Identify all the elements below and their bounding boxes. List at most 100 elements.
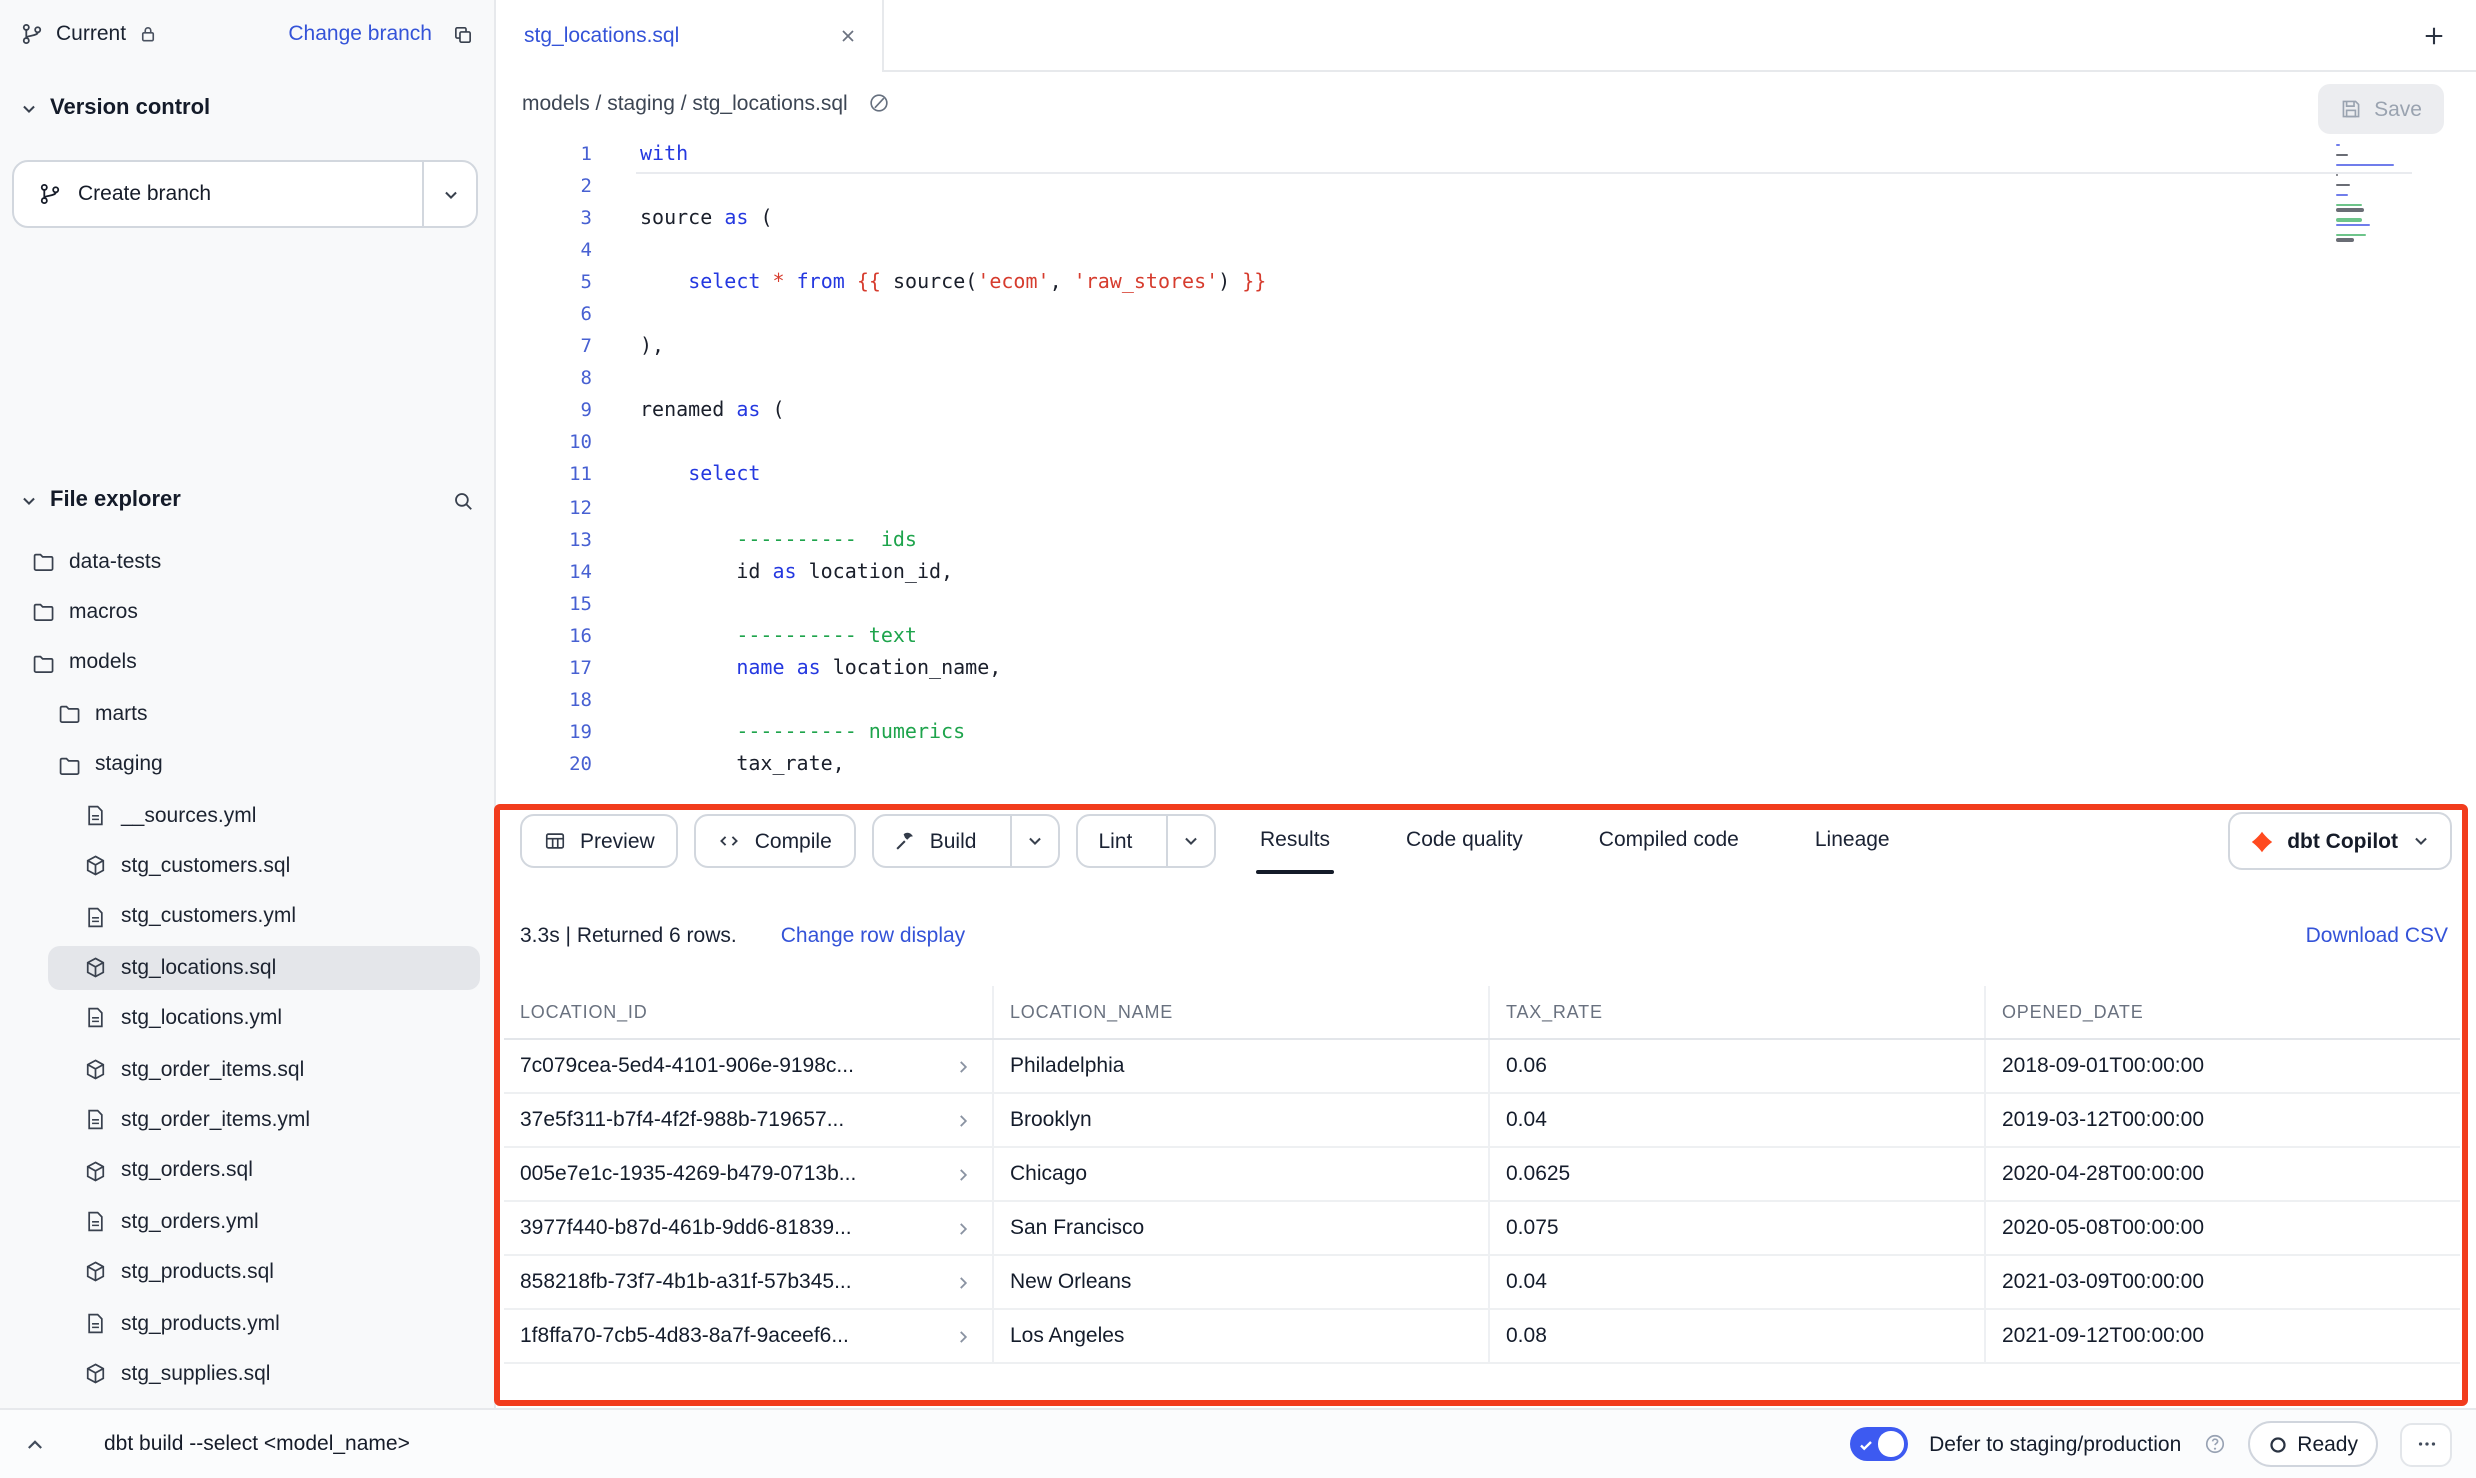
expand-row-chevron-icon[interactable] <box>954 1219 972 1237</box>
table-row[interactable]: 1f8ffa70-7cb5-4d83-8a7f-9aceef6...Los An… <box>504 1310 2460 1364</box>
line-number: 14 <box>496 562 592 584</box>
download-csv-link[interactable]: Download CSV <box>2306 924 2448 948</box>
version-control-section-header[interactable]: Version control <box>20 88 474 128</box>
table-row[interactable]: 3977f440-b87d-461b-9dd6-81839...San Fran… <box>504 1202 2460 1256</box>
results-table: LOCATION_IDLOCATION_NAMETAX_RATEOPENED_D… <box>504 986 2460 1364</box>
chevron-down-icon <box>20 99 38 117</box>
code-line: 7), <box>496 331 2476 363</box>
expand-row-chevron-icon[interactable] <box>954 1165 972 1183</box>
file-item-stg_products.yml[interactable]: stg_products.yml <box>0 1298 494 1349</box>
file-item-models[interactable]: models <box>0 638 494 689</box>
folder-icon <box>32 651 55 674</box>
tab-stg-locations-sql[interactable]: stg_locations.sql <box>496 0 884 72</box>
table-row[interactable]: 858218fb-73f7-4b1b-a31f-57b345...New Orl… <box>504 1256 2460 1310</box>
preview-label: Preview <box>580 829 655 853</box>
results-header-row: LOCATION_IDLOCATION_NAMETAX_RATEOPENED_D… <box>504 986 2460 1040</box>
file-item-stg_supplies.sql[interactable]: stg_supplies.sql <box>0 1349 494 1400</box>
file-item-data-tests[interactable]: data-tests <box>0 536 494 587</box>
build-button-group: Build <box>872 814 1061 868</box>
file-item-label: stg_locations.yml <box>121 1006 282 1030</box>
code-line: 19 ---------- numerics <box>496 717 2476 749</box>
code-line: 9renamed as ( <box>496 396 2476 428</box>
cell-location-id: 1f8ffa70-7cb5-4d83-8a7f-9aceef6... <box>504 1310 994 1362</box>
code-line-text: ---------- ids <box>592 529 917 551</box>
lint-button[interactable]: Lint <box>1078 816 1152 866</box>
tab-code-quality[interactable]: Code quality <box>1402 806 1527 874</box>
file-item-__sources.yml[interactable]: __sources.yml <box>0 790 494 841</box>
version-control-header-label: Version control <box>50 96 210 120</box>
tab-results[interactable]: Results <box>1256 806 1334 874</box>
file-item-stg_order_items.sql[interactable]: stg_order_items.sql <box>0 1044 494 1095</box>
expand-row-chevron-icon[interactable] <box>954 1273 972 1291</box>
file-item-stg_order_items.yml[interactable]: stg_order_items.yml <box>0 1095 494 1146</box>
tab-compiled-code[interactable]: Compiled code <box>1595 806 1743 874</box>
file-item-stg_products.sql[interactable]: stg_products.sql <box>0 1247 494 1298</box>
slash-circle-icon[interactable] <box>868 92 890 114</box>
lint-dropdown[interactable] <box>1166 816 1214 866</box>
file-item-stg_orders.sql[interactable]: stg_orders.sql <box>0 1145 494 1196</box>
save-icon <box>2340 98 2362 120</box>
line-number: 18 <box>496 690 592 712</box>
line-number: 2 <box>496 175 592 197</box>
code-line: 17 name as location_name, <box>496 653 2476 685</box>
panel-tabs: Results Code quality Compiled code Linea… <box>1256 806 1894 874</box>
folder-icon <box>58 753 81 776</box>
code-line: 20 tax_rate, <box>496 750 2476 782</box>
help-icon[interactable] <box>2203 1433 2225 1455</box>
create-branch-button[interactable]: Create branch <box>14 162 422 226</box>
ready-status-button[interactable]: Ready <box>2247 1421 2378 1467</box>
expand-row-chevron-icon[interactable] <box>954 1111 972 1129</box>
change-row-display-link[interactable]: Change row display <box>781 924 965 948</box>
tab-lineage[interactable]: Lineage <box>1811 806 1894 874</box>
command-text: dbt build --select <model_name> <box>104 1432 410 1456</box>
compile-label: Compile <box>755 829 832 853</box>
change-branch-link[interactable]: Change branch <box>288 22 432 46</box>
file-item-stg_customers.yml[interactable]: stg_customers.yml <box>0 891 494 942</box>
close-tab-icon[interactable] <box>838 26 858 46</box>
expand-row-chevron-icon[interactable] <box>954 1057 972 1075</box>
build-dropdown[interactable] <box>1010 816 1058 866</box>
defer-label: Defer to staging/production <box>1929 1432 2181 1456</box>
cell-opened-date: 2019-03-12T00:00:00 <box>1986 1094 2460 1146</box>
dbt-copilot-button[interactable]: dbt Copilot <box>2227 812 2452 870</box>
create-branch-dropdown[interactable] <box>422 162 476 226</box>
file-item-macros[interactable]: macros <box>0 587 494 638</box>
file-item-staging[interactable]: staging <box>0 739 494 790</box>
more-menu-button[interactable] <box>2400 1422 2452 1466</box>
column-header-location_id: LOCATION_ID <box>504 986 994 1038</box>
build-button[interactable]: Build <box>874 816 997 866</box>
file-item-label: stg_orders.sql <box>121 1159 253 1183</box>
file-item-stg_locations.sql[interactable]: stg_locations.sql <box>0 942 494 993</box>
line-number: 1 <box>496 143 592 165</box>
cell-tax-rate: 0.04 <box>1490 1256 1986 1308</box>
table-icon <box>544 830 566 852</box>
table-row[interactable]: 7c079cea-5ed4-4101-906e-9198c...Philadel… <box>504 1040 2460 1094</box>
defer-toggle[interactable] <box>1849 1428 1907 1461</box>
line-number: 6 <box>496 304 592 326</box>
table-row[interactable]: 005e7e1c-1935-4269-b479-0713b...Chicago0… <box>504 1148 2460 1202</box>
file-item-marts[interactable]: marts <box>0 688 494 739</box>
minimap[interactable] <box>2336 144 2408 243</box>
new-tab-plus-icon[interactable] <box>2422 24 2446 48</box>
code-editor[interactable]: 1with23source as (45 select * from {{ so… <box>496 134 2476 806</box>
expand-row-chevron-icon[interactable] <box>954 1327 972 1345</box>
save-button[interactable]: Save <box>2318 84 2444 134</box>
code-line-text: renamed as ( <box>592 401 785 423</box>
chevron-up-icon[interactable] <box>24 1434 46 1456</box>
cell-opened-date: 2018-09-01T00:00:00 <box>1986 1040 2460 1092</box>
chevron-down-icon <box>1026 832 1044 850</box>
file-item-stg_customers.sql[interactable]: stg_customers.sql <box>0 841 494 892</box>
file-item-stg_locations.yml[interactable]: stg_locations.yml <box>0 993 494 1044</box>
preview-button[interactable]: Preview <box>520 814 679 868</box>
cell-opened-date: 2021-09-12T00:00:00 <box>1986 1310 2460 1362</box>
compile-button[interactable]: Compile <box>695 814 856 868</box>
cell-tax-rate: 0.08 <box>1490 1310 1986 1362</box>
column-header-location_name: LOCATION_NAME <box>994 986 1490 1038</box>
file-explorer-section-header[interactable]: File explorer <box>20 480 474 520</box>
table-row[interactable]: 37e5f311-b7f4-4f2f-988b-719657...Brookly… <box>504 1094 2460 1148</box>
file-item-stg_orders.yml[interactable]: stg_orders.yml <box>0 1196 494 1247</box>
line-number: 10 <box>496 433 592 455</box>
search-icon[interactable] <box>452 489 474 511</box>
copy-icon[interactable] <box>452 23 474 45</box>
breadcrumb-row: models / staging / stg_locations.sql <box>496 72 2476 134</box>
